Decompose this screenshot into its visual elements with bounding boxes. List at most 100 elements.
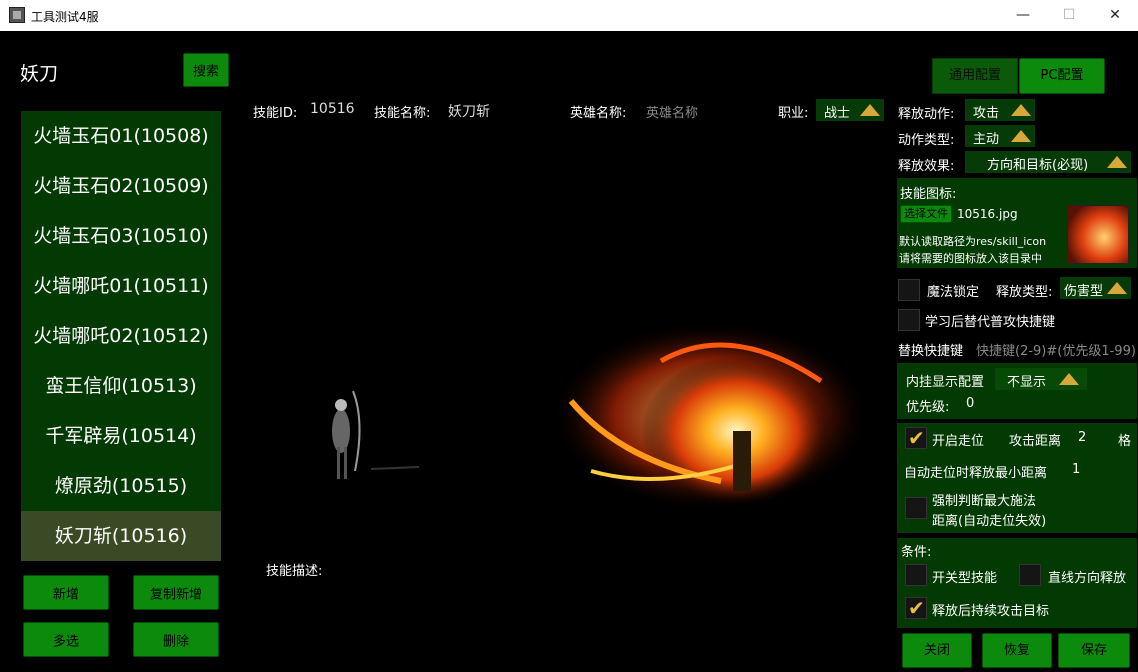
dropdown-arrow-icon — [1107, 156, 1127, 168]
attack-distance-label: 攻击距离 — [1009, 434, 1062, 449]
release-type-label: 释放类型: — [996, 285, 1053, 300]
list-item[interactable]: 火墙玉石02(10509) — [21, 161, 221, 211]
search-button-label: 搜索 — [192, 64, 219, 80]
walk-label: 开启走位 — [932, 434, 985, 449]
warrior-sprite — [332, 390, 420, 479]
skill-icon-image — [1067, 205, 1129, 264]
dropdown-arrow-icon — [1059, 373, 1079, 385]
dropdown-arrow-icon — [1107, 282, 1127, 294]
inner-display-select[interactable]: 不显示 — [995, 368, 1087, 390]
multi-select-button[interactable]: 多选 — [23, 622, 109, 657]
inner-display-value: 不显示 — [1007, 375, 1047, 390]
walk-checkbox[interactable] — [905, 426, 927, 450]
choose-file-button[interactable]: 选择文件 — [900, 205, 952, 223]
release-action-select[interactable]: 攻击 — [965, 99, 1035, 121]
skill-name-label: 技能名称: — [374, 106, 431, 121]
hero-name-label: 英雄名称: — [570, 106, 627, 121]
list-item[interactable]: 火墙哪吒02(10512) — [21, 311, 221, 361]
dropdown-arrow-icon — [1011, 130, 1031, 142]
add-button-label: 新增 — [52, 587, 79, 602]
job-value: 战士 — [824, 106, 851, 121]
inner-display-panel: 内挂显示配置 不显示 优先级: 0 — [897, 363, 1137, 419]
search-button[interactable]: 搜索 — [183, 53, 229, 87]
skill-desc-label: 技能描述: — [266, 564, 323, 579]
release-effect-select[interactable]: 方向和目标(必现) — [965, 151, 1131, 173]
switch-skill-label: 开关型技能 — [932, 571, 998, 586]
delete-button-label: 删除 — [162, 634, 189, 649]
release-effect-label: 释放效果: — [898, 159, 955, 174]
app-icon — [9, 7, 25, 23]
action-type-label: 动作类型: — [898, 133, 955, 148]
list-item[interactable]: 妖刀斩(10516) — [21, 511, 221, 561]
magic-lock-checkbox[interactable] — [898, 279, 920, 301]
minimize-button[interactable]: — — [1000, 0, 1046, 31]
release-type-value: 伤害型 — [1064, 284, 1104, 299]
line-release-checkbox[interactable] — [1019, 564, 1041, 586]
release-action-value: 攻击 — [973, 106, 1000, 121]
force-max-label-1: 强制判断最大施法 — [932, 494, 1037, 509]
hero-name-input[interactable]: 英雄名称 — [646, 102, 698, 121]
skill-id-label: 技能ID: — [253, 106, 298, 121]
list-item[interactable]: 燎原劲(10515) — [21, 461, 221, 511]
path-hint-1: 默认读取路径为res/skill_icon — [899, 235, 1047, 248]
skill-name-input[interactable]: 妖刀斩 — [448, 101, 490, 121]
maximize-button[interactable]: ☐ — [1046, 0, 1092, 31]
icon-panel: 技能图标: 选择文件 10516.jpg 默认读取路径为res/skill_ic… — [897, 178, 1137, 268]
copy-add-button-label: 复制新增 — [149, 587, 202, 602]
replace-hotkey-input[interactable]: 快捷键(2-9)#(优先级1-99) — [976, 340, 1136, 359]
list-item[interactable]: 火墙玉石01(10508) — [21, 111, 221, 161]
path-hint-2: 请将需要的图标放入该目录中 — [899, 252, 1042, 265]
replace-normal-checkbox[interactable] — [898, 309, 920, 331]
list-item[interactable]: 蛮王信仰(10513) — [21, 361, 221, 411]
auto-walk-min-label: 自动走位时释放最小距离 — [904, 466, 1048, 481]
save-button[interactable]: 保存 — [1058, 633, 1130, 668]
list-item[interactable]: 火墙玉石03(10510) — [21, 211, 221, 261]
continue-attack-label: 释放后持续攻击目标 — [932, 604, 1050, 619]
release-effect-value: 方向和目标(必现) — [987, 158, 1089, 173]
list-item[interactable]: 千军辟易(10514) — [21, 411, 221, 461]
conditions-label: 条件: — [901, 545, 932, 560]
conditions-panel: 条件: 开关型技能 直线方向释放 释放后持续攻击目标 — [897, 538, 1137, 628]
close-button[interactable]: 关闭 — [902, 633, 972, 668]
main-client: 妖刀 搜索 火墙玉石01(10508) 火墙玉石02(10509) 火墙玉石03(1… — [1, 31, 1137, 671]
replace-hotkey-label: 替换快捷键 — [898, 344, 964, 359]
job-select[interactable]: 战士 — [816, 99, 884, 121]
list-item[interactable]: 火墙哪吒01(10511) — [21, 261, 221, 311]
flame-effect — [551, 321, 861, 511]
priority-label: 优先级: — [906, 400, 950, 415]
skill-list[interactable]: 火墙玉石01(10508) 火墙玉石02(10509) 火墙玉石03(10510) 火… — [21, 111, 221, 561]
dropdown-arrow-icon — [1011, 104, 1031, 116]
add-button[interactable]: 新增 — [23, 575, 109, 610]
line-release-label: 直线方向释放 — [1048, 571, 1127, 586]
copy-add-button[interactable]: 复制新增 — [133, 575, 219, 610]
attack-distance-input[interactable]: 2 — [1078, 430, 1086, 445]
release-type-select[interactable]: 伤害型 — [1060, 277, 1131, 299]
force-max-checkbox[interactable] — [905, 497, 927, 519]
job-label: 职业: — [778, 106, 809, 121]
icon-label: 技能图标: — [900, 187, 957, 202]
attack-distance-unit: 格 — [1118, 434, 1132, 449]
skill-id-input[interactable]: 10516 — [310, 101, 355, 117]
walk-panel: 开启走位 攻击距离 2 格 自动走位时释放最小距离 1 强制判断最大施法 距离(… — [897, 423, 1137, 533]
dropdown-arrow-icon — [860, 104, 880, 116]
window-title: 工具测试4服 — [31, 10, 99, 24]
icon-file-name: 10516.jpg — [957, 207, 1018, 221]
delete-button[interactable]: 删除 — [133, 622, 219, 657]
magic-lock-label: 魔法锁定 — [927, 285, 980, 300]
restore-button[interactable]: 恢复 — [982, 633, 1052, 668]
inner-display-label: 内挂显示配置 — [906, 375, 985, 390]
action-type-select[interactable]: 主动 — [965, 125, 1035, 147]
replace-normal-label: 学习后替代普攻快捷键 — [925, 315, 1056, 330]
release-action-label: 释放动作: — [898, 107, 955, 122]
tab-general-config[interactable]: 通用配置 — [932, 58, 1018, 94]
skill-preview — [332, 321, 861, 511]
priority-input[interactable]: 0 — [966, 396, 974, 411]
page-title: 妖刀 — [20, 63, 59, 85]
auto-walk-min-input[interactable]: 1 — [1072, 462, 1080, 477]
action-type-value: 主动 — [973, 132, 1000, 147]
tab-pc-config[interactable]: PC配置 — [1019, 58, 1105, 94]
multi-select-button-label: 多选 — [52, 634, 79, 649]
close-window-button[interactable]: ✕ — [1092, 0, 1138, 31]
switch-skill-checkbox[interactable] — [905, 564, 927, 586]
continue-attack-checkbox[interactable] — [905, 596, 927, 620]
